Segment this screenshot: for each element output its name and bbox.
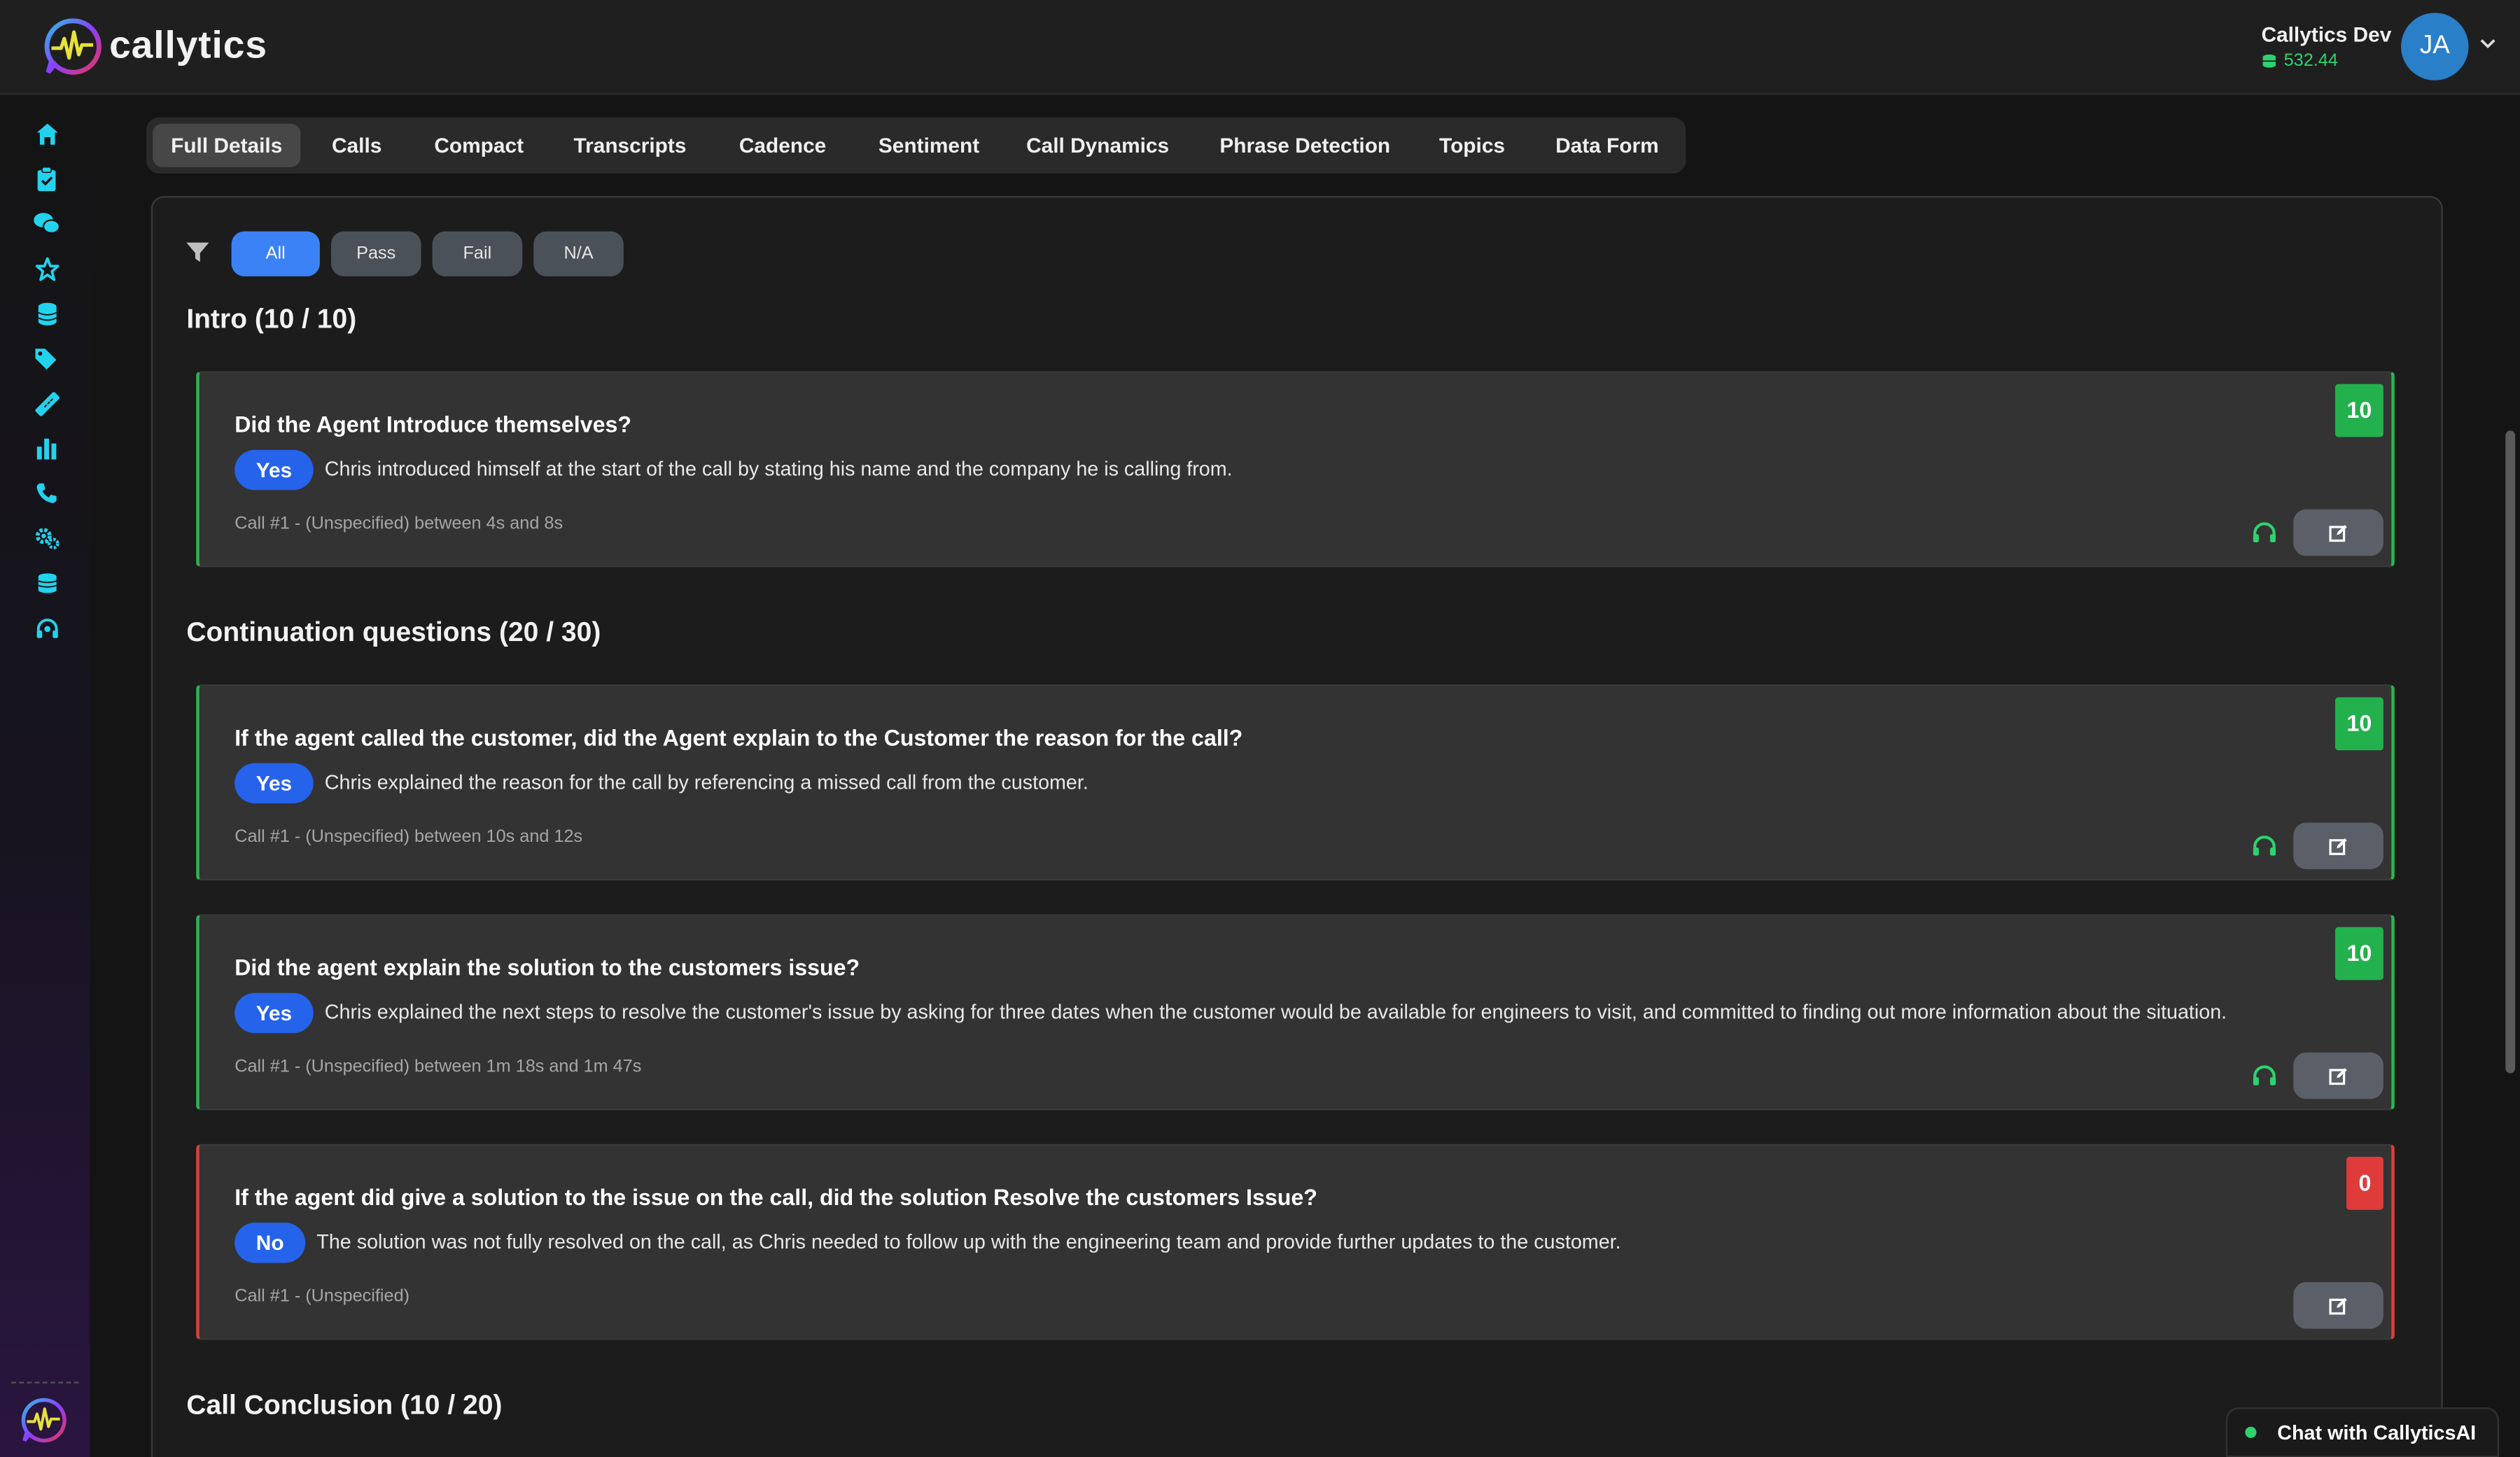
user-avatar[interactable]: JA (2401, 13, 2469, 80)
online-status-dot (2245, 1426, 2257, 1438)
account-info: Callytics Dev 532.44 (2261, 22, 2391, 71)
app-logo[interactable]: callytics (42, 16, 267, 77)
tab-sentiment[interactable]: Sentiment (863, 124, 995, 167)
edit-icon (2329, 524, 2347, 542)
chat-bubbles-icon[interactable] (34, 211, 59, 237)
score-badge: 10 (2334, 927, 2384, 980)
edit-icon (2329, 1067, 2347, 1085)
section-title-intro: Intro (10 / 10) (186, 303, 357, 335)
question-text: Did the agent explain the solution to th… (234, 954, 860, 980)
section-title-call-conclusion: Call Conclusion (10 / 20) (186, 1389, 503, 1421)
tab-data-form[interactable]: Data Form (1541, 124, 1673, 167)
filter-fail-button[interactable]: Fail (432, 231, 523, 276)
balance-value: 532.44 (2283, 51, 2338, 71)
filter-na-button[interactable]: N/A (533, 231, 624, 276)
score-badge: 0 (2346, 1157, 2384, 1210)
tab-call-dynamics[interactable]: Call Dynamics (1017, 124, 1178, 167)
headphones-icon[interactable] (2252, 521, 2278, 551)
filter-all-button[interactable]: All (231, 231, 320, 276)
scrollbar-thumb[interactable] (2505, 430, 2516, 1074)
question-text: Did the Agent Introduce themselves? (234, 411, 631, 437)
chat-with-ai-button[interactable]: Chat with CallyticsAI (2225, 1407, 2500, 1457)
coins-icon (2262, 54, 2276, 68)
answer-badge: Yes (234, 449, 314, 491)
clipboard-check-icon[interactable] (34, 165, 59, 191)
chat-label: Chat with CallyticsAI (2277, 1421, 2477, 1444)
filter-icon[interactable] (186, 241, 209, 272)
score-badge: 10 (2334, 697, 2384, 751)
callytics-small-logo-icon[interactable] (20, 1396, 68, 1452)
question-text: If the agent called the customer, did th… (234, 724, 1243, 751)
account-balance: 532.44 (2261, 51, 2391, 71)
score-badge: 10 (2334, 383, 2384, 437)
edit-button[interactable] (2293, 822, 2384, 870)
coins-icon[interactable] (34, 570, 59, 596)
tab-full-details[interactable]: Full Details (153, 123, 301, 167)
question-text: If the agent did give a solution to the … (234, 1184, 1317, 1210)
tags-icon[interactable] (34, 346, 59, 372)
star-icon[interactable] (34, 255, 59, 281)
home-icon[interactable] (34, 120, 59, 146)
tab-cadence[interactable]: Cadence (724, 124, 840, 167)
top-bar: callytics Callytics Dev 532.44 JA (0, 0, 2520, 95)
edit-button[interactable] (2293, 1282, 2384, 1329)
ruler-icon[interactable] (34, 390, 59, 416)
tab-topics[interactable]: Topics (1429, 124, 1516, 167)
call-reference[interactable]: Call #1 - (Unspecified) between 1m 18s a… (234, 1057, 641, 1077)
question-card: If the agent called the customer, did th… (196, 684, 2395, 881)
answer-explanation: The solution was not fully resolved on t… (316, 1230, 1621, 1253)
sidebar-divider (11, 1381, 79, 1384)
phone-icon[interactable] (34, 480, 59, 506)
tab-calls[interactable]: Calls (314, 124, 400, 167)
settings-gears-icon[interactable] (34, 526, 59, 551)
answer-badge: No (234, 1223, 306, 1263)
edit-button[interactable] (2293, 1052, 2384, 1099)
answer-badge: Yes (234, 763, 314, 803)
edit-icon (2329, 1297, 2347, 1314)
call-reference[interactable]: Call #1 - (Unspecified) (234, 1287, 410, 1307)
sidebar (0, 94, 90, 1457)
chevron-down-icon[interactable] (2477, 32, 2499, 63)
headphones-icon[interactable] (2252, 834, 2278, 865)
headphones-icon[interactable] (2252, 1064, 2278, 1094)
account-name: Callytics Dev (2261, 22, 2392, 47)
answer-explanation: Chris explained the next steps to resolv… (324, 1001, 2227, 1024)
edit-button[interactable] (2293, 509, 2384, 556)
database-icon[interactable] (34, 300, 59, 326)
tab-phrase-detection[interactable]: Phrase Detection (1207, 124, 1403, 167)
headset-icon[interactable] (34, 615, 59, 641)
callytics-logo-icon (44, 18, 102, 75)
tab-transcripts[interactable]: Transcripts (558, 124, 703, 167)
answer-explanation: Chris introduced himself at the start of… (324, 458, 1233, 481)
app-name: callytics (109, 24, 267, 68)
call-reference[interactable]: Call #1 - (Unspecified) between 4s and 8… (234, 514, 563, 534)
section-title-continuation: Continuation questions (20 / 30) (186, 617, 601, 648)
question-card: If the agent did give a solution to the … (196, 1143, 2395, 1340)
call-reference[interactable]: Call #1 - (Unspecified) between 10s and … (234, 827, 582, 847)
bar-chart-icon[interactable] (34, 435, 59, 461)
answer-explanation: Chris explained the reason for the call … (324, 771, 1088, 794)
tab-compact[interactable]: Compact (419, 124, 538, 167)
answer-badge: Yes (234, 992, 314, 1034)
question-card: Did the Agent Introduce themselves? Yes … (196, 371, 2395, 568)
filter-pass-button[interactable]: Pass (330, 231, 421, 276)
edit-icon (2329, 837, 2347, 854)
view-tabs: Full Details Calls Compact Transcripts C… (146, 117, 1686, 174)
question-card: Did the agent explain the solution to th… (196, 914, 2395, 1111)
